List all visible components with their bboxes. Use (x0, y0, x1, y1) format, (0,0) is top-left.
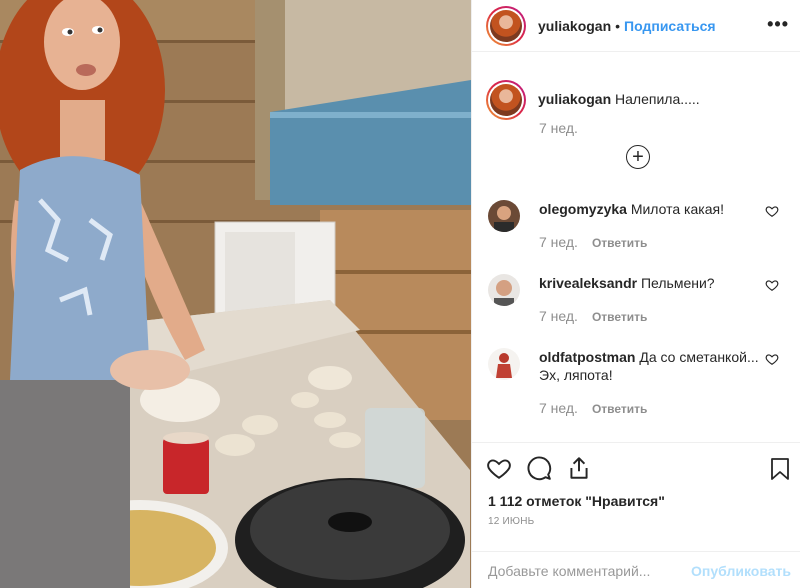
post-photo[interactable] (0, 0, 471, 588)
commenter-username[interactable]: krivealeksandr (539, 275, 637, 291)
bookmark-icon[interactable] (769, 457, 791, 481)
post-header: yuliakogan • Подписаться ••• (472, 0, 800, 52)
follow-button[interactable]: Подписаться (624, 18, 716, 34)
publish-button[interactable]: Опубликовать (691, 563, 791, 579)
comment-text: Милота какая!⁣ (630, 201, 724, 217)
post-caption: yuliakogan Налепила..... (486, 80, 786, 120)
reply-button[interactable]: Ответить (592, 402, 647, 416)
separator-dot: • (615, 17, 621, 34)
commenter-username[interactable]: oldfatpostman (539, 349, 635, 365)
commenter-username[interactable]: olegomyzyka (539, 201, 627, 217)
post-actions: 1 112 отметок "Нравится" 12 ИЮНЬ Опублик… (472, 442, 800, 588)
author-username[interactable]: yuliakogan (538, 18, 611, 34)
caption-avatar[interactable] (486, 80, 526, 120)
commenter-avatar[interactable] (488, 348, 520, 380)
reply-button[interactable]: Ответить (592, 236, 647, 250)
comment-time: 7 нед. (539, 308, 578, 324)
add-comment-bar: Опубликовать (472, 551, 800, 588)
like-heart-icon[interactable] (486, 455, 512, 481)
commenter-avatar[interactable] (488, 200, 520, 232)
comment-time: 7 нед. (539, 400, 578, 416)
photo-illustration (0, 0, 471, 588)
likes-count[interactable]: 1 112 отметок "Нравится" (488, 493, 665, 509)
comment-item: oldfatpostman Да со сметанкой... Эх, ляп… (486, 348, 791, 428)
comment-input[interactable] (488, 562, 693, 579)
comment-text: Пельмени? (640, 275, 715, 291)
caption-time: 7 нед. (539, 120, 578, 136)
caption-username[interactable]: yuliakogan (538, 91, 611, 107)
commenter-avatar[interactable] (488, 274, 520, 306)
heart-icon[interactable] (765, 204, 779, 218)
heart-icon[interactable] (765, 278, 779, 292)
heart-icon[interactable] (765, 352, 779, 366)
post-side-panel: yuliakogan • Подписаться ••• yuliakogan … (471, 0, 800, 588)
share-icon[interactable] (566, 455, 592, 481)
comment-time: 7 нед. (539, 234, 578, 250)
comment-icon[interactable] (526, 455, 552, 481)
comment-item: krivealeksandr Пельмени? 7 нед. Ответить (486, 274, 791, 334)
author-avatar[interactable] (486, 5, 526, 46)
post-date: 12 ИЮНЬ (488, 516, 535, 527)
plus-circle-icon[interactable]: + (626, 145, 650, 169)
reply-button[interactable]: Ответить (592, 310, 647, 324)
more-icon[interactable]: ••• (767, 14, 789, 35)
caption-text: Налепила..... (615, 91, 700, 107)
comment-item: olegomyzyka Милота какая!⁣ 7 нед. Ответи… (486, 200, 791, 260)
